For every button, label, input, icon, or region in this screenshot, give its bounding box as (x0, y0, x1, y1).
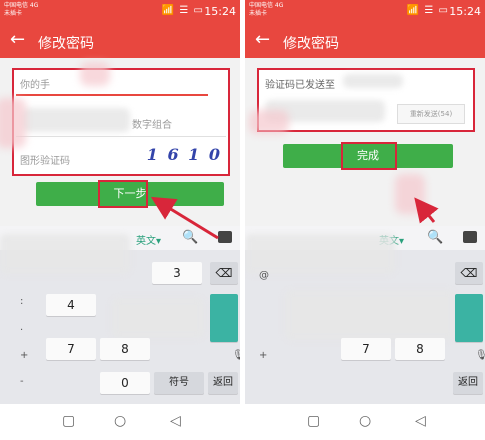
key-delete[interactable]: ⌫ (210, 262, 238, 284)
password-hint: 数字组合 (132, 120, 172, 131)
keyboard-search-icon[interactable]: 🔍 (182, 230, 198, 245)
key-enter[interactable] (210, 294, 238, 342)
status-icons: 📶 ☰ ▭ (161, 5, 204, 16)
status-time: 15:24 (204, 5, 236, 18)
delete-icon-right: ⌫ (460, 266, 478, 280)
keyboard-hide-icon-right[interactable] (463, 231, 477, 243)
back-arrow-icon-right[interactable]: ← (255, 30, 270, 50)
redacted-phone-number (343, 74, 403, 88)
page-title-right: 修改密码 (283, 36, 339, 52)
nav-recent-icon-right[interactable]: ▢ (307, 413, 320, 429)
nav-home-icon-right[interactable]: ○ (359, 413, 371, 429)
key-8-right[interactable]: 8 (395, 338, 445, 360)
keyboard-redaction-right (245, 234, 395, 274)
keyboard-redaction-right-2 (285, 290, 455, 340)
key-7[interactable]: 7 (46, 338, 96, 360)
password-underline (16, 136, 226, 137)
resend-code-button[interactable]: 重新发送(54) (397, 104, 465, 124)
soft-keyboard-right: 英文▾ 🔍 @ ⌫ + 7 8 🎙 返回 (245, 226, 485, 404)
key-3[interactable]: 3 (152, 262, 202, 284)
carrier-line2-right: 未插卡 (249, 10, 268, 17)
key-delete-right[interactable]: ⌫ (455, 262, 483, 284)
language-caret-icon: ▾ (156, 236, 162, 247)
redacted-password-field[interactable] (22, 108, 130, 132)
redaction-blob-right-2 (395, 174, 425, 214)
carrier-line1-right: 中国电信 4G (249, 2, 284, 9)
code-sent-label: 验证码已发送至 (265, 80, 335, 91)
highlighted-sent-box: 验证码已发送至 重新发送(54) (257, 68, 475, 132)
status-bar: 中国电信 4G 未插卡 📶 ☰ ▭ 15:24 (0, 0, 240, 24)
status-bar-right: 中国电信 4G 未插卡 📶 ☰ ▭ 15:24 (245, 0, 485, 24)
carrier-line2: 未插卡 (4, 10, 23, 17)
carrier-text-right: 中国电信 4G 未插卡 (249, 2, 283, 18)
side-key-plus-right[interactable]: + (259, 350, 267, 361)
language-caret-icon-right: ▾ (399, 236, 405, 247)
nav-back-icon-right[interactable]: ◁ (415, 413, 426, 429)
back-arrow-icon[interactable]: ← (10, 30, 25, 50)
side-key-dot[interactable]: . (20, 322, 23, 333)
app-bar: ← 修改密码 (0, 24, 240, 58)
left-phone-screen: 中国电信 4G 未插卡 📶 ☰ ▭ 15:24 ← 修改密码 你的手 数字组合 … (0, 0, 240, 440)
redaction-blob (0, 98, 26, 148)
carrier-text: 中国电信 4G 未插卡 (4, 2, 38, 18)
keyboard-redaction (0, 234, 130, 274)
redaction-blob-2 (80, 62, 110, 86)
status-icons-right: 📶 ☰ ▭ (406, 5, 449, 16)
nav-home-icon[interactable]: ○ (114, 413, 126, 429)
status-time-right: 15:24 (449, 5, 481, 18)
system-nav-bar-right: ▢ ○ ◁ (245, 404, 485, 440)
side-key-at[interactable]: @ (259, 270, 269, 281)
phone-input[interactable]: 你的手 (20, 76, 50, 91)
highlighted-form-box: 你的手 数字组合 图形验证码 1 6 1 0 (12, 68, 230, 176)
key-4[interactable]: 4 (46, 294, 96, 316)
captcha-input[interactable]: 图形验证码 (20, 152, 70, 167)
app-bar-right: ← 修改密码 (245, 24, 485, 58)
form-area: 你的手 数字组合 图形验证码 1 6 1 0 下一步 (0, 58, 240, 230)
mic-icon[interactable]: 🎙 (232, 350, 240, 361)
keyboard-hide-icon[interactable] (218, 231, 232, 243)
keyboard-redaction-2 (112, 298, 204, 338)
key-return[interactable]: 返回 (208, 372, 238, 394)
done-button-highlight (341, 142, 397, 170)
side-key-minus[interactable]: - (20, 376, 24, 387)
captcha-image[interactable]: 1 6 1 0 (147, 145, 222, 164)
phone-input-underline (16, 94, 208, 96)
right-phone-screen: 中国电信 4G 未插卡 📶 ☰ ▭ 15:24 ← 修改密码 验证码已发送至 重… (245, 0, 485, 440)
key-symbols[interactable]: 符号 (154, 372, 204, 394)
key-enter-right[interactable] (455, 294, 483, 342)
nav-back-icon[interactable]: ◁ (170, 413, 181, 429)
language-switch[interactable]: 英文▾ (136, 232, 161, 247)
key-return-right[interactable]: 返回 (453, 372, 483, 394)
keyboard-search-icon-right[interactable]: 🔍 (427, 230, 443, 245)
key-0[interactable]: 0 (100, 372, 150, 394)
carrier-line1: 中国电信 4G (4, 2, 39, 9)
system-nav-bar: ▢ ○ ◁ (0, 404, 240, 440)
side-key-colon[interactable]: : (20, 296, 23, 307)
next-button-highlight (98, 180, 148, 208)
redaction-blob-right (249, 110, 289, 134)
delete-icon: ⌫ (215, 266, 233, 280)
page-title: 修改密码 (38, 36, 94, 52)
soft-keyboard: 英文▾ 🔍 : . + - 3 ⌫ 4 7 8 🎙 0 符号 返回 (0, 226, 240, 404)
mic-icon-right[interactable]: 🎙 (475, 350, 485, 361)
side-key-plus[interactable]: + (20, 350, 28, 361)
nav-recent-icon[interactable]: ▢ (62, 413, 75, 429)
verify-area: 验证码已发送至 重新发送(54) 完成 (245, 58, 485, 230)
key-8[interactable]: 8 (100, 338, 150, 360)
key-7-right[interactable]: 7 (341, 338, 391, 360)
language-label: 英文 (136, 236, 156, 247)
